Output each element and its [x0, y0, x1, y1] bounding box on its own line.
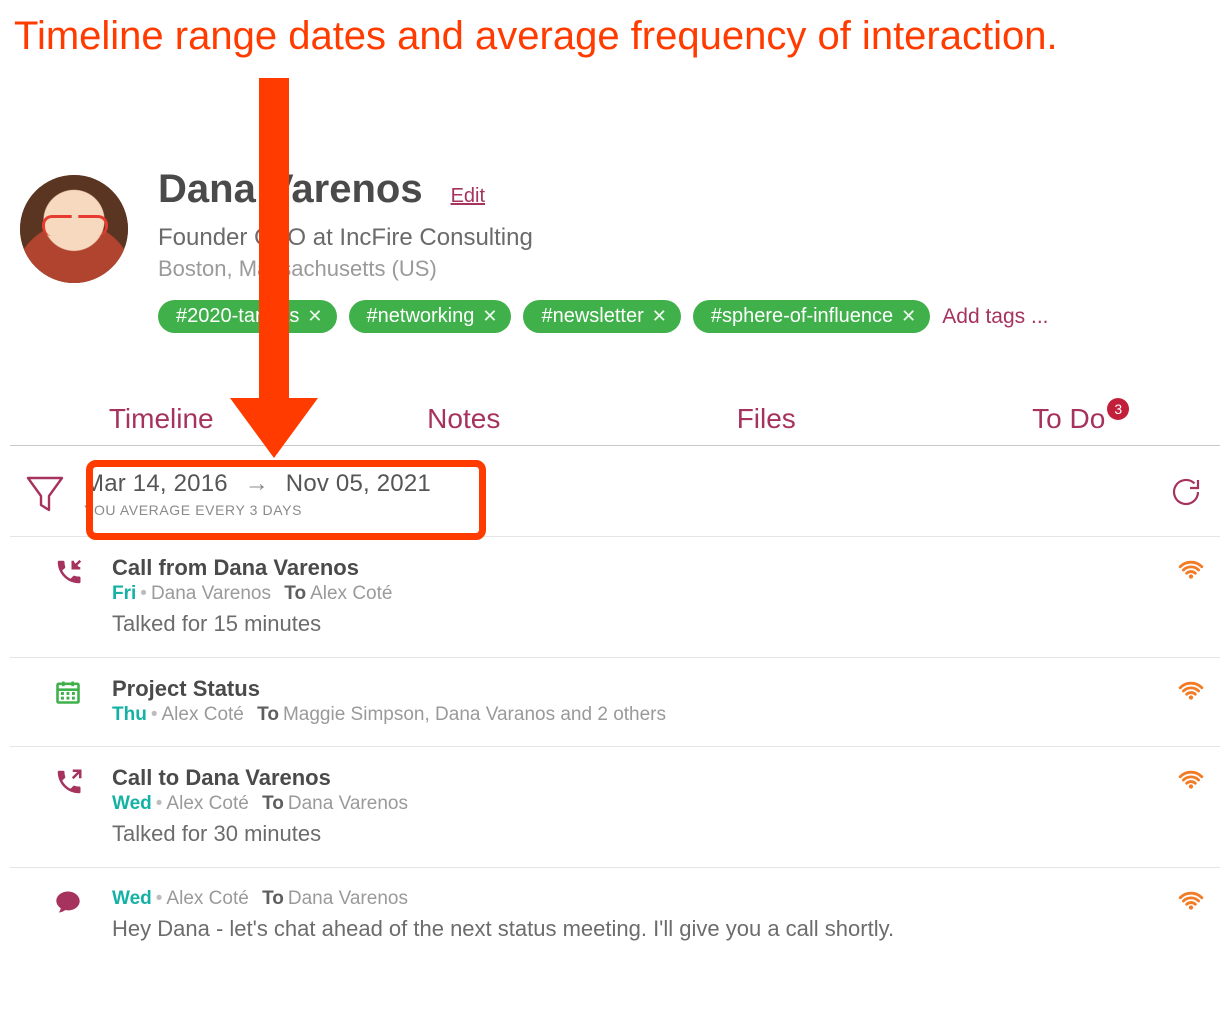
item-day: Thu [112, 704, 147, 725]
todo-badge: 3 [1107, 398, 1129, 420]
calendar-icon [54, 676, 88, 726]
edit-link[interactable]: Edit [451, 177, 485, 208]
item-day: Fri [112, 583, 136, 604]
timeline-item[interactable]: Wed•Alex Coté ToDana Varenos Hey Dana - … [10, 867, 1220, 962]
item-text: Hey Dana - let's chat ahead of the next … [112, 916, 1154, 942]
add-tags-link[interactable]: Add tags ... [942, 305, 1048, 329]
tag[interactable]: #newsletter ✕ [523, 300, 680, 333]
timeline-item[interactable]: Call to Dana Varenos Wed•Alex Coté ToDan… [10, 746, 1220, 867]
tab-todo[interactable]: To Do 3 [918, 403, 1221, 445]
arrow-right-icon: → [245, 470, 269, 497]
close-icon[interactable]: ✕ [482, 306, 497, 327]
average-frequency: YOU AVERAGE EVERY 3 DAYS [84, 502, 1148, 518]
item-day: Wed [112, 793, 152, 814]
item-day: Wed [112, 888, 152, 909]
item-from: Alex Coté [161, 704, 243, 725]
item-text: Talked for 15 minutes [112, 611, 1154, 637]
item-meta: Wed•Alex Coté ToDana Varenos [112, 793, 1154, 815]
wifi-icon[interactable] [1178, 676, 1204, 726]
refresh-icon[interactable] [1168, 474, 1204, 515]
close-icon[interactable]: ✕ [901, 306, 916, 327]
phone-outgoing-icon [54, 765, 88, 847]
phone-incoming-icon [54, 555, 88, 637]
filter-icon[interactable] [26, 474, 64, 514]
tag[interactable]: #sphere-of-influence ✕ [693, 300, 930, 333]
date-range-block[interactable]: Mar 14, 2016 → Nov 05, 2021 YOU AVERAGE … [84, 470, 1148, 518]
item-to: Dana Varenos [288, 888, 408, 909]
item-meta: Wed•Alex Coté ToDana Varenos [112, 888, 1154, 910]
item-title: Call from Dana Varenos [112, 555, 1154, 581]
tab-todo-label: To Do [1032, 403, 1105, 434]
timeline-item[interactable]: Call from Dana Varenos Fri•Dana Varenos … [10, 536, 1220, 657]
item-from: Dana Varenos [151, 583, 271, 604]
close-icon[interactable]: ✕ [652, 306, 667, 327]
contact-header: Dana Varenos Edit Founder CEO at IncFire… [10, 67, 1220, 333]
tag-label: #sphere-of-influence [711, 305, 893, 328]
timeline-item[interactable]: Project Status Thu•Alex Coté ToMaggie Si… [10, 657, 1220, 746]
tab-notes[interactable]: Notes [313, 403, 616, 445]
item-to-label: To [257, 704, 279, 725]
item-title: Project Status [112, 676, 1154, 702]
item-to: Dana Varenos [288, 793, 408, 814]
wifi-icon[interactable] [1178, 886, 1204, 942]
item-meta: Thu•Alex Coté ToMaggie Simpson, Dana Var… [112, 704, 1154, 726]
item-from: Alex Coté [166, 793, 248, 814]
date-start: Mar 14, 2016 [84, 470, 228, 497]
item-to-label: To [262, 888, 284, 909]
wifi-icon[interactable] [1178, 765, 1204, 847]
annotation-arrow-icon [230, 78, 318, 458]
annotation-text: Timeline range dates and average frequen… [10, 0, 1220, 67]
chat-icon [54, 886, 88, 942]
item-to-label: To [284, 583, 306, 604]
item-to-label: To [262, 793, 284, 814]
tag[interactable]: #networking ✕ [349, 300, 512, 333]
item-from: Alex Coté [166, 888, 248, 909]
item-text: Talked for 30 minutes [112, 821, 1154, 847]
item-title: Call to Dana Varenos [112, 765, 1154, 791]
tag-label: #newsletter [541, 305, 643, 328]
tag-label: #networking [367, 305, 475, 328]
item-to: Maggie Simpson, Dana Varanos and 2 other… [283, 704, 666, 725]
date-end: Nov 05, 2021 [286, 470, 431, 497]
avatar[interactable] [20, 175, 128, 283]
wifi-icon[interactable] [1178, 555, 1204, 637]
item-to: Alex Coté [310, 583, 392, 604]
item-meta: Fri•Dana Varenos ToAlex Coté [112, 583, 1154, 605]
tab-files[interactable]: Files [615, 403, 918, 445]
date-range: Mar 14, 2016 → Nov 05, 2021 [84, 470, 1148, 498]
